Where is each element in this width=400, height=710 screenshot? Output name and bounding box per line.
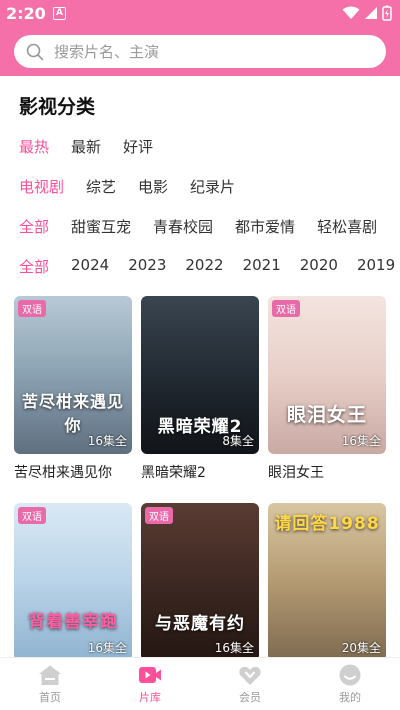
- filter-year-2023[interactable]: 2023: [128, 256, 166, 278]
- tab-home-label: 首页: [39, 691, 61, 704]
- status-bar: 2:20 A: [0, 0, 400, 28]
- poster-title: 苦尽柑来遇见你: [21, 392, 124, 435]
- sort-filter-row: 最热 最新 好评: [19, 136, 153, 158]
- filter-year-2024[interactable]: 2024: [71, 256, 109, 278]
- poster-title: 请回答1988: [274, 514, 380, 534]
- genre-filter-row: 全部 甜蜜互宠 青春校园 都市爱情 轻松喜剧: [19, 216, 377, 238]
- home-icon: [39, 665, 61, 685]
- bilingual-badge: 双语: [18, 507, 46, 524]
- search-input[interactable]: 搜索片名、主演: [14, 35, 386, 68]
- tab-profile[interactable]: 我的: [300, 658, 400, 710]
- filter-year-2022[interactable]: 2022: [185, 256, 223, 278]
- poster-title: 眼泪女王: [286, 404, 367, 426]
- tab-vip[interactable]: 会员: [200, 658, 300, 710]
- filter-type-movie[interactable]: 电影: [138, 176, 168, 198]
- poster-image: 双语 背着善宰跑 16集全: [14, 503, 132, 661]
- bottom-tab-bar: 首页 片库 会员 我的: [0, 657, 400, 710]
- poster-image: 黑暗荣耀2 8集全: [141, 296, 259, 454]
- drama-card[interactable]: 双语 与恶魔有约 16集全: [141, 503, 259, 661]
- episode-count: 8集全: [222, 434, 254, 448]
- poster-grid-row-1: 双语 苦尽柑来遇见你 16集全 苦尽柑来遇见你 黑暗荣耀2 8集全 黑暗荣耀2 …: [14, 296, 386, 482]
- card-title: 眼泪女王: [268, 465, 324, 481]
- status-icons: [342, 5, 392, 21]
- filter-year-2021[interactable]: 2021: [243, 256, 281, 278]
- battery-icon: [382, 5, 392, 21]
- wifi-icon: [342, 6, 360, 19]
- filter-sort-rating[interactable]: 好评: [123, 136, 153, 158]
- signal-icon: [365, 7, 377, 19]
- video-library-icon: [139, 667, 161, 683]
- poster-image: 请回答1988 20集全: [268, 503, 386, 661]
- page-title: 影视分类: [19, 96, 96, 118]
- card-title: 黑暗荣耀2: [141, 465, 206, 481]
- bilingual-badge: 双语: [272, 300, 300, 317]
- episode-count: 16集全: [87, 434, 127, 448]
- filter-year-2020[interactable]: 2020: [300, 256, 338, 278]
- filter-genre-romance[interactable]: 都市爱情: [235, 216, 295, 238]
- episode-count: 20集全: [341, 641, 381, 655]
- filter-genre-campus[interactable]: 青春校园: [153, 216, 213, 238]
- filter-genre-comedy[interactable]: 轻松喜剧: [317, 216, 377, 238]
- vip-icon: [239, 666, 261, 685]
- filter-sort-new[interactable]: 最新: [71, 136, 101, 158]
- year-filter-row: 全部 2024 2023 2022 2021 2020 2019: [19, 256, 395, 278]
- drama-card[interactable]: 双语 苦尽柑来遇见你 16集全 苦尽柑来遇见你: [14, 296, 132, 482]
- tab-vip-label: 会员: [239, 691, 261, 704]
- poster-image: 双语 眼泪女王 16集全: [268, 296, 386, 454]
- episode-count: 16集全: [87, 641, 127, 655]
- tab-home[interactable]: 首页: [0, 658, 100, 710]
- filter-type-documentary[interactable]: 纪录片: [190, 176, 235, 198]
- episode-count: 16集全: [341, 434, 381, 448]
- bilingual-badge: 双语: [18, 300, 46, 317]
- profile-icon: [339, 664, 361, 686]
- type-filter-row: 电视剧 综艺 电影 纪录片: [19, 176, 235, 198]
- drama-card[interactable]: 黑暗荣耀2 8集全 黑暗荣耀2: [141, 296, 259, 482]
- card-title: 苦尽柑来遇见你: [14, 465, 112, 481]
- filter-year-2019[interactable]: 2019: [357, 256, 395, 278]
- poster-title: 与恶魔有约: [155, 614, 245, 634]
- filter-type-variety[interactable]: 综艺: [86, 176, 116, 198]
- poster-image: 双语 与恶魔有约 16集全: [141, 503, 259, 661]
- filter-genre-sweet[interactable]: 甜蜜互宠: [71, 216, 131, 238]
- filter-genre-all[interactable]: 全部: [19, 216, 49, 238]
- poster-image: 双语 苦尽柑来遇见你 16集全: [14, 296, 132, 454]
- poster-title: 背着善宰跑: [28, 612, 118, 632]
- episode-count: 16集全: [214, 641, 254, 655]
- drama-card[interactable]: 双语 眼泪女王 16集全 眼泪女王: [268, 296, 386, 482]
- drama-card[interactable]: 双语 背着善宰跑 16集全: [14, 503, 132, 661]
- notification-icon: A: [53, 7, 66, 20]
- tab-library[interactable]: 片库: [100, 658, 200, 710]
- tab-profile-label: 我的: [339, 691, 361, 704]
- filter-type-tv[interactable]: 电视剧: [19, 176, 64, 198]
- search-placeholder: 搜索片名、主演: [54, 43, 160, 61]
- search-icon: [26, 43, 44, 60]
- poster-grid-row-2: 双语 背着善宰跑 16集全 双语 与恶魔有约 16集全 请回答1988 20集全: [14, 503, 386, 661]
- filter-year-all[interactable]: 全部: [19, 256, 49, 278]
- tab-library-label: 片库: [139, 691, 161, 704]
- status-time: 2:20: [6, 4, 46, 23]
- bilingual-badge: 双语: [145, 507, 173, 524]
- filter-sort-hot[interactable]: 最热: [19, 136, 49, 158]
- drama-card[interactable]: 请回答1988 20集全: [268, 503, 386, 661]
